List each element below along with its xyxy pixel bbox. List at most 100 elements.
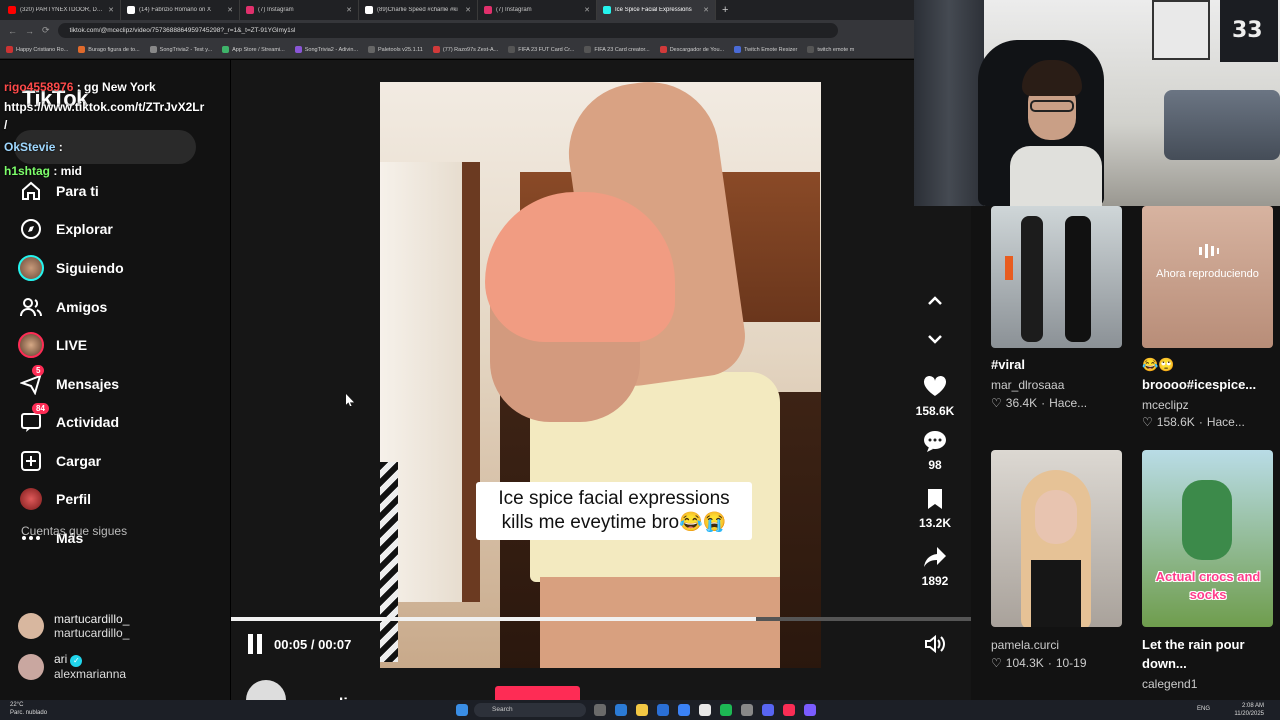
back-icon[interactable]: ← [8,26,17,36]
now-playing-label: Ahora reproduciendo [1156,268,1259,280]
comment-button[interactable]: 98 [905,430,965,472]
spotify-icon[interactable] [720,704,732,716]
task-view-icon[interactable] [594,704,606,716]
bookmark-item[interactable]: Descargador de You... [659,46,724,53]
save-button[interactable]: 13.2K [905,488,965,530]
address-bar-row: ← → ⟳ tiktok.com/@mceclipz/video/7573688… [0,20,914,41]
sidebar-item-perfil[interactable]: Perfil [18,484,218,514]
next-video-button[interactable] [905,334,965,344]
sidebar-item-actividad[interactable]: 84 Actividad [18,403,218,437]
discord-icon[interactable] [762,704,774,716]
edge-icon[interactable] [615,704,627,716]
sidebar-item-live[interactable]: LIVE [18,330,218,360]
bookmark-item[interactable]: App Store / Streami... [222,46,285,53]
live-avatar-icon [18,332,44,358]
playback-controls: 00:05 / 00:07 [248,634,351,654]
bookmark-item[interactable]: Twitch Emote Resizer [734,46,797,53]
browser-tab[interactable]: (14) Fabrizio Romano on X ✕ [121,0,240,20]
bookmark-favicon-icon [368,46,376,53]
video-progress-bar[interactable] [231,617,971,621]
share-button[interactable]: 1892 [905,546,965,588]
browser-tab[interactable]: (7) Instagram ✕ [478,0,597,20]
related-thumb-1[interactable] [991,206,1122,348]
related-title[interactable]: broooo#icespice... [1142,377,1256,392]
bookmark-label: twitch emote m [817,46,855,53]
webcam-overlay: 33 [914,0,1280,206]
start-icon[interactable] [456,704,468,716]
browser-tab[interactable]: Ice Spice Facial Expressions ✕ [597,0,716,20]
related-thumb-2[interactable]: Ahora reproduciendo [1142,206,1273,348]
related-user[interactable]: calegend1 [1142,677,1197,691]
related-thumb-3[interactable] [991,450,1122,627]
related-thumb-4[interactable]: Actual crocs and socks [1142,450,1273,627]
reload-icon[interactable]: ⟳ [42,25,50,36]
bookmark-favicon-icon [584,46,592,53]
tab-close-icon[interactable]: ✕ [703,6,709,14]
browser-tab[interactable]: (89)Charlie Speed #charlie #ki ✕ [359,0,478,20]
chevron-up-icon [928,296,942,305]
video-caption: Ice spice facial expressions kills me ev… [476,482,752,540]
share-count: 1892 [921,574,949,588]
app-icon[interactable] [804,704,816,716]
bookmark-item[interactable]: twitch emote m [807,46,854,53]
tab-close-icon[interactable]: ✕ [227,6,233,14]
related-user[interactable]: mceclipz [1142,398,1189,412]
new-tab-icon[interactable]: + [716,4,728,16]
related-title[interactable]: Let the rain pour [1142,637,1245,652]
mail-icon[interactable] [678,704,690,716]
share-icon [924,547,946,567]
like-button[interactable]: 158.6K [905,374,965,418]
forward-icon[interactable]: → [25,26,34,36]
bookmark-item[interactable]: Happy Cristiano Ro... [6,46,68,53]
webcam-background [1164,90,1280,160]
video-frame [380,462,398,662]
related-title[interactable]: #viral [991,357,1025,372]
sidebar-item-label: Mensajes [56,376,120,392]
sidebar-item-mensajes[interactable]: 5 Mensajes [18,365,218,399]
tab-favicon-icon [484,6,492,14]
following-account-1[interactable]: martucardillo_ martucardillo_ [18,612,129,640]
webcam-background [1152,0,1210,60]
tab-close-icon[interactable]: ✕ [584,6,590,14]
related-user[interactable]: pamela.curci [991,638,1059,652]
bookmark-item[interactable]: SongTrivia2 - Test y... [149,46,212,53]
url-field[interactable]: tiktok.com/@mceclipz/video/7573688864959… [57,23,838,38]
related-title[interactable]: down... [1142,656,1187,671]
bookmark-item[interactable]: FIFA 23 FUT Card Cr... [508,46,574,53]
tab-close-icon[interactable]: ✕ [465,6,471,14]
following-account-2[interactable]: ari ✓ alexmarianna [18,652,126,681]
sidebar-item-para-ti[interactable]: Para ti [18,176,218,206]
related-title-emoji[interactable]: 😂🙄 [1142,357,1174,373]
system-clock[interactable]: 2:08 AM 11/20/2025 [1234,702,1264,718]
music-icon[interactable] [783,704,795,716]
store-icon[interactable] [657,704,669,716]
bookmark-item[interactable]: Paletools v25.1.11 [368,46,423,53]
sidebar-item-siguiendo[interactable]: Siguiendo [18,253,218,283]
system-tray-lang[interactable]: ENG [1197,706,1210,712]
prev-video-button[interactable] [905,296,965,306]
taskbar-search[interactable]: Search [474,703,586,717]
app-icon[interactable] [741,704,753,716]
bookmark-item[interactable]: Burago figura de to... [78,46,140,53]
related-user[interactable]: mar_dlrosaaa [991,378,1064,392]
volume-icon[interactable] [924,634,946,659]
heart-outline-icon: ♡ [991,656,1002,670]
sidebar-item-explorar[interactable]: Explorar [18,214,218,244]
bookmark-item[interactable]: (77) Razo97s Zest-A... [432,46,498,53]
tab-close-icon[interactable]: ✕ [346,6,352,14]
chat-message: / [4,118,7,132]
heart-icon [923,375,947,396]
browser-tab[interactable]: (7) Instagram ✕ [240,0,359,20]
tab-close-icon[interactable]: ✕ [108,6,114,14]
weather-widget[interactable]: 22°C Parc. nublado [10,701,47,717]
sidebar-item-amigos[interactable]: Amigos [18,292,218,322]
tab-title: Ice Spice Facial Expressions [615,7,692,13]
browser-tab[interactable]: (320) PARTYNEXTDOOR, Drake ✕ [2,0,121,20]
bookmark-item[interactable]: SongTrivia2 - Adivin... [294,46,358,53]
file-explorer-icon[interactable] [636,704,648,716]
bookmark-item[interactable]: FIFA 23 Card creator... [584,46,650,53]
sidebar-item-cargar[interactable]: Cargar [18,446,218,476]
chrome-icon[interactable] [699,704,711,716]
video-player[interactable] [380,82,821,668]
pause-icon[interactable] [248,634,264,654]
